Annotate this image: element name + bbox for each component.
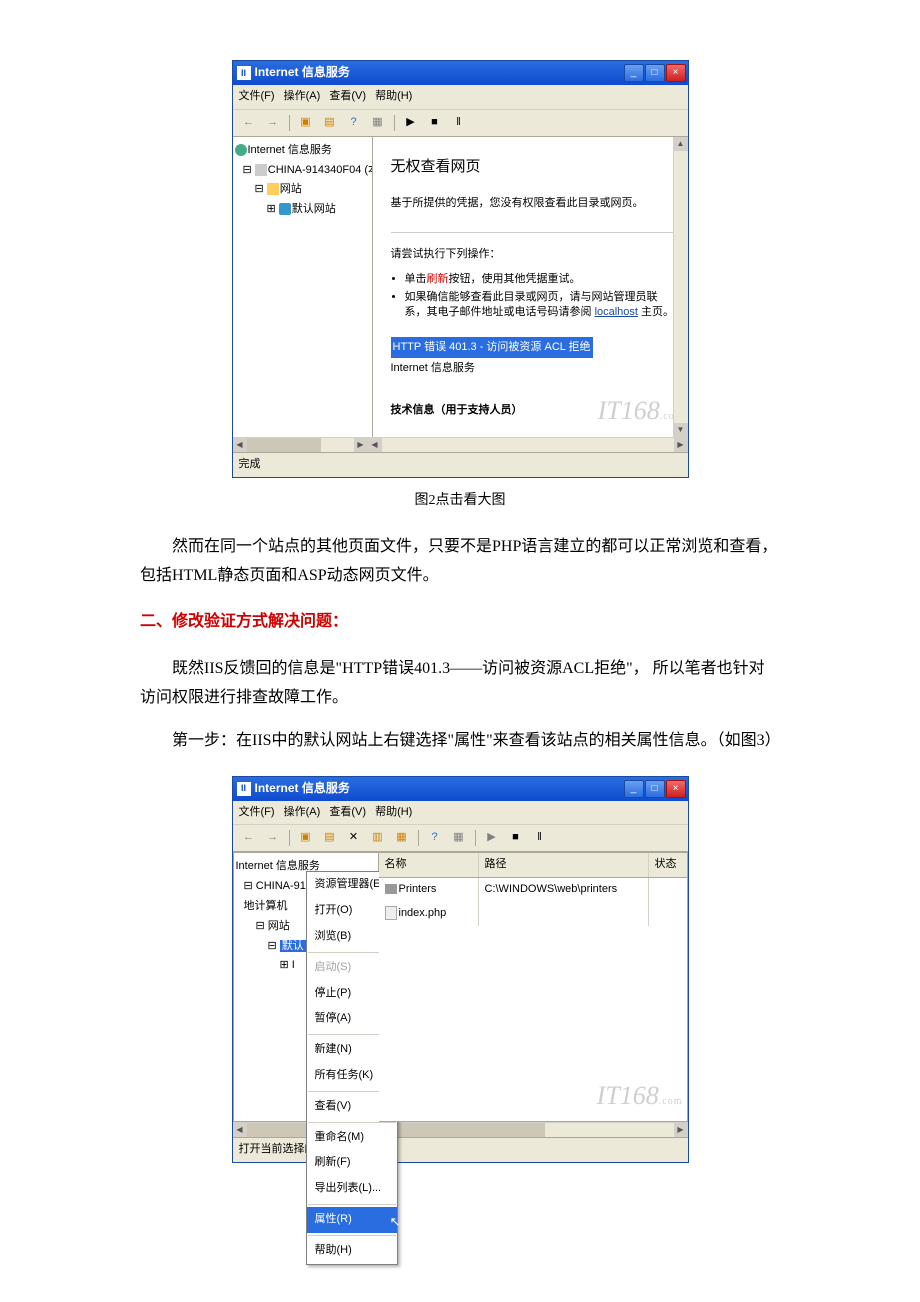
iis-window-fig3: II Internet 信息服务 _ □ × 文件(F) 操作(A) 查看(V)… bbox=[232, 776, 689, 1164]
list-panel[interactable]: 名称 路径 状态 Printers C:\WINDOWS\web\printer… bbox=[379, 852, 688, 1122]
close-button[interactable]: × bbox=[666, 64, 686, 82]
maximize-button[interactable]: □ bbox=[645, 64, 665, 82]
list-icon[interactable]: ▦ bbox=[392, 828, 412, 848]
list-row[interactable]: index.php bbox=[379, 902, 687, 926]
menu-help[interactable]: 帮助(H) bbox=[375, 806, 412, 818]
toolbar: ← → ▣ ▤ ✕ ▥ ▦ ? ▦ ▶ ■ ‖ bbox=[233, 825, 688, 852]
paragraph-2: 既然IIS反馈回的信息是"HTTP错误401.3——访问被资源ACL拒绝"， 所… bbox=[140, 655, 780, 713]
ctx-properties[interactable]: 属性(R)↖ bbox=[307, 1207, 397, 1233]
tree-panel[interactable]: Internet 信息服务 ⊟ CHINA-914340F04 (本地计算机 ⊟… bbox=[233, 137, 373, 437]
menu-file[interactable]: 文件(F) bbox=[239, 90, 275, 102]
tree-panel[interactable]: Internet 信息服务 ⊟ CHINA-914340F04 (本地计算机 ⊟… bbox=[233, 852, 379, 1122]
properties-icon[interactable]: ▤ bbox=[320, 828, 340, 848]
menu-view[interactable]: 查看(V) bbox=[329, 806, 366, 818]
back-icon[interactable]: ← bbox=[239, 828, 259, 848]
ctx-help[interactable]: 帮助(H) bbox=[307, 1238, 397, 1264]
minimize-button[interactable]: _ bbox=[624, 780, 644, 798]
scroll-up-icon[interactable]: ▲ bbox=[674, 137, 688, 151]
hscroll-right-icon[interactable]: ▶ bbox=[674, 1123, 688, 1137]
delete-icon[interactable]: ✕ bbox=[344, 828, 364, 848]
play-icon[interactable]: ▶ bbox=[401, 113, 421, 133]
stop-icon[interactable]: ■ bbox=[506, 828, 526, 848]
ctx-refresh[interactable]: 刷新(F) bbox=[307, 1150, 397, 1176]
app-icon: II bbox=[237, 782, 251, 796]
minimize-button[interactable]: _ bbox=[624, 64, 644, 82]
stop-icon[interactable]: ■ bbox=[425, 113, 445, 133]
site-icon bbox=[279, 203, 291, 215]
hscroll-left-icon[interactable]: ◀ bbox=[233, 1123, 247, 1137]
up-icon[interactable]: ▣ bbox=[296, 828, 316, 848]
printer-icon bbox=[385, 884, 397, 894]
figure-caption: 图2点击看大图 bbox=[140, 488, 780, 513]
help-icon[interactable]: ? bbox=[425, 828, 445, 848]
play-icon[interactable]: ▶ bbox=[482, 828, 502, 848]
computer-icon bbox=[255, 164, 267, 176]
page-hint: 基于所提供的凭据，您没有权限查看此目录或网页。 bbox=[391, 194, 678, 214]
content-panel: 无权查看网页 基于所提供的凭据，您没有权限查看此目录或网页。 请尝试执行下列操作… bbox=[373, 137, 688, 437]
paragraph-1: 然而在同一个站点的其他页面文件，只要不是PHP语言建立的都可以正常浏览和查看，包… bbox=[140, 533, 780, 591]
menu-help[interactable]: 帮助(H) bbox=[375, 90, 412, 102]
forward-icon[interactable]: → bbox=[263, 113, 283, 133]
file-icon bbox=[385, 906, 397, 920]
default-site-selected[interactable]: 默认 bbox=[280, 940, 306, 952]
col-path[interactable]: 路径 bbox=[479, 853, 649, 877]
status-bar: 完成 bbox=[233, 452, 688, 477]
menu-view[interactable]: 查看(V) bbox=[329, 90, 366, 102]
hscroll-right-icon[interactable]: ▶ bbox=[674, 438, 688, 452]
pause-icon[interactable]: ‖ bbox=[449, 113, 469, 133]
back-icon[interactable]: ← bbox=[239, 113, 259, 133]
vertical-scrollbar[interactable]: ▲ ▼ bbox=[673, 137, 688, 437]
export-icon[interactable]: ▦ bbox=[368, 113, 388, 133]
pause-icon[interactable]: ‖ bbox=[530, 828, 550, 848]
col-name[interactable]: 名称 bbox=[379, 853, 479, 877]
close-button[interactable]: × bbox=[666, 780, 686, 798]
hscroll-right-icon[interactable]: ▶ bbox=[354, 438, 368, 452]
list-header[interactable]: 名称 路径 状态 bbox=[379, 853, 687, 878]
maximize-button[interactable]: □ bbox=[645, 780, 665, 798]
watermark: IT168.com bbox=[597, 1073, 683, 1120]
forward-icon[interactable]: → bbox=[263, 828, 283, 848]
app-icon: II bbox=[237, 66, 251, 80]
cursor-icon: ↖ bbox=[390, 1210, 401, 1233]
refresh-icon[interactable]: ? bbox=[344, 113, 364, 133]
watermark: IT168.com bbox=[598, 388, 684, 435]
page-heading: 无权查看网页 bbox=[391, 153, 678, 180]
ctx-export[interactable]: 导出列表(L)... bbox=[307, 1176, 397, 1202]
refresh-red: 刷新 bbox=[427, 273, 449, 285]
menu-action[interactable]: 操作(A) bbox=[284, 806, 321, 818]
hscroll-left-icon[interactable]: ◀ bbox=[233, 438, 247, 452]
section-heading: 二、修改验证方式解决问题： bbox=[140, 608, 780, 637]
list-row[interactable]: Printers C:\WINDOWS\web\printers bbox=[379, 878, 687, 902]
window-title: Internet 信息服务 bbox=[255, 778, 624, 800]
up-icon[interactable]: ▣ bbox=[296, 113, 316, 133]
error-line: HTTP 错误 401.3 - 访问被资源 ACL 拒绝 bbox=[391, 337, 593, 359]
col-status[interactable]: 状态 bbox=[649, 853, 687, 877]
globe-icon bbox=[235, 144, 247, 156]
hscroll-left-icon[interactable]: ◀ bbox=[368, 438, 382, 452]
window-title: Internet 信息服务 bbox=[255, 62, 624, 84]
menubar[interactable]: 文件(F) 操作(A) 查看(V) 帮助(H) bbox=[233, 801, 688, 826]
localhost-link[interactable]: localhost bbox=[595, 306, 638, 318]
bullet-1: 单击刷新按钮，使用其他凭据重试。 bbox=[405, 272, 678, 287]
bullet-2: 如果确信能够查看此目录或网页，请与网站管理员联系，其电子邮件地址或电话号码请参阅… bbox=[405, 290, 678, 321]
try-label: 请尝试执行下列操作： bbox=[391, 245, 678, 265]
ctx-rename[interactable]: 重命名(M) bbox=[307, 1125, 397, 1151]
config-icon[interactable]: ▥ bbox=[368, 828, 388, 848]
status-bar: 打开当前选择的属性页 bbox=[233, 1137, 688, 1162]
iis-window-fig2: II Internet 信息服务 _ □ × 文件(F) 操作(A) 查看(V)… bbox=[232, 60, 689, 478]
export-icon[interactable]: ▦ bbox=[449, 828, 469, 848]
titlebar[interactable]: II Internet 信息服务 _ □ × bbox=[233, 777, 688, 801]
properties-icon[interactable]: ▤ bbox=[320, 113, 340, 133]
titlebar[interactable]: II Internet 信息服务 _ □ × bbox=[233, 61, 688, 85]
menu-file[interactable]: 文件(F) bbox=[239, 806, 275, 818]
menubar[interactable]: 文件(F) 操作(A) 查看(V) 帮助(H) bbox=[233, 85, 688, 110]
toolbar: ← → ▣ ▤ ? ▦ ▶ ■ ‖ bbox=[233, 110, 688, 137]
paragraph-3: 第一步：在IIS中的默认网站上右键选择"属性"来查看该站点的相关属性信息。（如图… bbox=[140, 727, 780, 756]
error-sub: Internet 信息服务 bbox=[391, 359, 678, 379]
folder-icon bbox=[267, 183, 279, 195]
menu-action[interactable]: 操作(A) bbox=[284, 90, 321, 102]
scroll-down-icon[interactable]: ▼ bbox=[674, 423, 688, 437]
